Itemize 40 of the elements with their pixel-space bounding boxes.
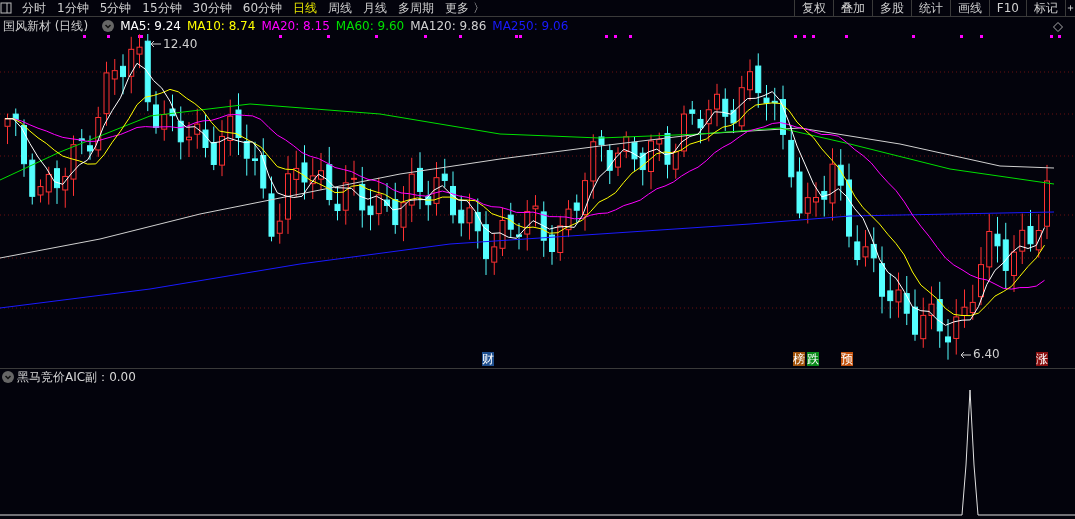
low-price-label: 6.40 [973, 347, 1000, 361]
toolbar-button[interactable]: 复权 [793, 0, 833, 16]
ma-legend: MA20: 8.15 [261, 16, 330, 35]
period-tab[interactable]: 15分钟 [141, 0, 183, 16]
indicator-title: 黑马竞价AIC副：0.00 [17, 369, 136, 386]
toolbar-button[interactable]: 多股 [871, 0, 911, 16]
event-marker: 预 [841, 352, 853, 366]
ma-legend: MA120: 9.86 [410, 16, 487, 35]
ma-legend: MA10: 8.74 [186, 16, 256, 35]
high-price-label: 12.40 [163, 37, 198, 51]
plus-icon[interactable] [1065, 0, 1075, 16]
ma-legend: MA60: 9.60 [335, 16, 405, 35]
period-tab[interactable]: 周线 [327, 0, 354, 16]
period-tab[interactable]: 分时 [21, 0, 47, 16]
toolbar-button[interactable]: F10 [988, 0, 1026, 16]
leader-arrow-icon [960, 351, 972, 359]
period-tab[interactable]: 60分钟 [241, 0, 284, 16]
event-marker: 榜 [793, 352, 805, 366]
period-tab[interactable]: 更多 〉 [444, 0, 486, 16]
event-marker: 财 [482, 352, 494, 366]
period-tab[interactable]: 30分钟 [191, 0, 233, 16]
toolbar-button[interactable]: 统计 [910, 0, 950, 16]
event-marker: 涨 [1036, 352, 1048, 366]
event-marker: 跌 [807, 352, 819, 366]
toolbar-button[interactable]: 叠加 [832, 0, 872, 16]
panel-icon[interactable] [0, 2, 12, 14]
period-tab[interactable]: 月线 [362, 0, 389, 16]
toolbar-button[interactable]: 标记 [1026, 0, 1065, 16]
period-tab[interactable]: 日线 [292, 0, 319, 16]
stock-title: 国风新材 (日线) [3, 17, 89, 35]
diamond-icon[interactable] [1053, 22, 1063, 32]
leader-arrow-icon [150, 40, 162, 48]
toolbar-button[interactable]: 画线 [949, 0, 989, 16]
chevron-down-icon[interactable] [2, 371, 14, 383]
period-tab[interactable]: 多周期 [397, 0, 436, 16]
ma-legend: MA250: 9.06 [492, 16, 569, 35]
period-tab[interactable]: 1分钟 [56, 0, 90, 16]
chevron-down-icon[interactable] [102, 19, 115, 32]
period-tab[interactable]: 5分钟 [98, 0, 133, 16]
ma-legend: MA5: 9.24 [120, 16, 181, 35]
